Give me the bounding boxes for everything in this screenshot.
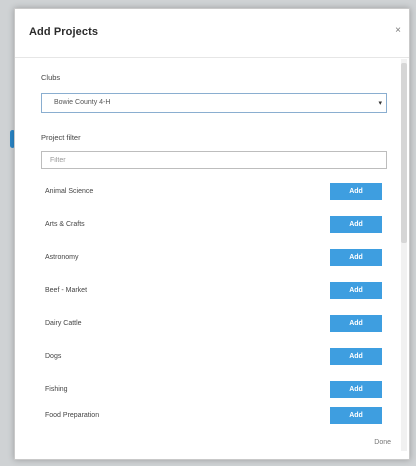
caret-down-icon: ▾	[378, 100, 382, 107]
project-row-arts-crafts: Arts & Crafts Add	[45, 216, 385, 236]
project-name: Dogs	[45, 353, 62, 360]
project-row-fishing: Fishing Add	[45, 381, 385, 401]
project-row-animal-science: Animal Science Add	[45, 183, 385, 203]
project-filter-label: Project filter	[41, 133, 81, 142]
project-name: Fishing	[45, 386, 68, 393]
project-row-astronomy: Astronomy Add	[45, 249, 385, 269]
add-astronomy-button[interactable]: Add	[330, 249, 382, 266]
scrollbar-thumb[interactable]	[401, 63, 407, 243]
project-name: Arts & Crafts	[45, 221, 85, 228]
close-icon[interactable]: ×	[395, 25, 401, 36]
project-row-dogs: Dogs Add	[45, 348, 385, 368]
project-row-beef-market: Beef - Market Add	[45, 282, 385, 302]
project-name: Food Preparation	[45, 412, 100, 419]
project-name: Animal Science	[45, 188, 94, 195]
project-name: Astronomy	[45, 254, 79, 261]
project-row-food-preparation: Food Preparation Add	[45, 407, 385, 427]
clubs-select[interactable]: Bowie County 4-H ▾	[41, 93, 387, 113]
modal-scrollbar[interactable]	[401, 59, 407, 451]
modal-title: Add Projects	[29, 26, 99, 38]
add-animal-science-button[interactable]: Add	[330, 183, 382, 200]
project-row-dairy-cattle: Dairy Cattle Add	[45, 315, 385, 335]
modal-header: Add Projects ×	[15, 9, 409, 58]
add-dogs-button[interactable]: Add	[330, 348, 382, 365]
project-name: Dairy Cattle	[45, 320, 82, 327]
add-dairy-cattle-button[interactable]: Add	[330, 315, 382, 332]
add-projects-modal: Add Projects × Clubs Bowie County 4-H ▾ …	[14, 8, 410, 460]
project-name: Beef - Market	[45, 287, 88, 294]
add-fishing-button[interactable]: Add	[330, 381, 382, 398]
clubs-label: Clubs	[41, 73, 61, 82]
add-food-preparation-button[interactable]: Add	[330, 407, 382, 424]
clubs-selected-value: Bowie County 4-H	[54, 99, 111, 106]
add-arts-crafts-button[interactable]: Add	[330, 216, 382, 233]
add-beef-market-button[interactable]: Add	[330, 282, 382, 299]
project-filter-input[interactable]	[41, 151, 387, 169]
done-button[interactable]: Done	[374, 439, 391, 446]
